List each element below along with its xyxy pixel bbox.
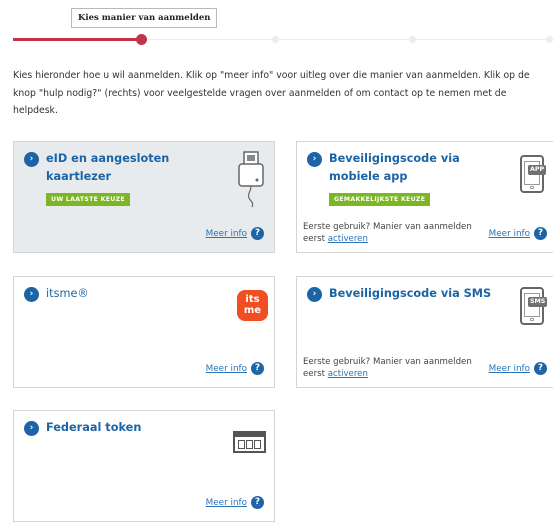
step-dot-current xyxy=(136,34,147,45)
meer-info-link[interactable]: Meer info ? xyxy=(206,496,264,509)
chevron-right-icon: › xyxy=(307,287,322,302)
itsme-logo: its me xyxy=(237,290,268,321)
activate-link[interactable]: activeren xyxy=(328,234,368,244)
method-card-federal-token[interactable]: › Federaal token Meer info ? xyxy=(13,410,275,522)
meer-info-link[interactable]: Meer info ? xyxy=(489,362,547,375)
method-card-sms[interactable]: › Beveiligingscode via SMS SMS Eerste ge… xyxy=(296,276,553,388)
progress-track-remaining xyxy=(141,39,553,40)
method-card-mobile-app[interactable]: › Beveiligingscode via mobiele app GEMAK… xyxy=(296,141,553,253)
method-title[interactable]: Beveiligingscode via mobiele app xyxy=(329,150,514,186)
current-step-label: Kies manier van aanmelden xyxy=(71,8,218,28)
sms-label: SMS xyxy=(528,297,548,307)
step-dot xyxy=(272,36,279,43)
meer-info-label[interactable]: Meer info xyxy=(489,229,530,239)
chevron-right-icon: › xyxy=(24,152,39,167)
progress-stepper: Kies manier van aanmelden xyxy=(0,0,553,50)
method-card-itsme[interactable]: › itsme® its me Meer info ? xyxy=(13,276,275,388)
help-icon[interactable]: ? xyxy=(534,227,547,240)
last-choice-badge: UW LAATSTE KEUZE xyxy=(46,193,130,206)
easiest-choice-badge: GEMAKKELIJKSTE KEUZE xyxy=(329,193,431,206)
step-dot xyxy=(546,36,553,43)
chevron-right-icon: › xyxy=(307,152,322,167)
method-title[interactable]: Beveiligingscode via SMS xyxy=(329,285,491,303)
first-use-note: Eerste gebruik? Manier van aanmelden eer… xyxy=(303,222,493,245)
intro-text: Kies hieronder hoe u wil aanmelden. Klik… xyxy=(13,70,530,116)
meer-info-label[interactable]: Meer info xyxy=(206,498,247,508)
chevron-right-icon: › xyxy=(24,421,39,436)
meer-info-link[interactable]: Meer info ? xyxy=(489,227,547,240)
step-dot xyxy=(409,36,416,43)
meer-info-link[interactable]: Meer info ? xyxy=(206,227,264,240)
sms-icon: SMS xyxy=(520,287,548,325)
token-card-icon xyxy=(233,431,266,453)
mobile-app-icon: APP xyxy=(520,155,547,193)
chevron-right-icon: › xyxy=(24,287,39,302)
meer-info-link[interactable]: Meer info ? xyxy=(206,362,264,375)
help-icon[interactable]: ? xyxy=(251,496,264,509)
method-title[interactable]: Federaal token xyxy=(46,419,141,437)
help-icon[interactable]: ? xyxy=(534,362,547,375)
method-card-eid[interactable]: › eID en aangesloten kaartlezer UW LAATS… xyxy=(13,141,275,253)
first-use-note: Eerste gebruik? Manier van aanmelden eer… xyxy=(303,357,493,380)
help-icon[interactable]: ? xyxy=(251,362,264,375)
meer-info-label[interactable]: Meer info xyxy=(206,364,247,374)
app-label: APP xyxy=(528,165,547,175)
meer-info-label[interactable]: Meer info xyxy=(489,364,530,374)
meer-info-label[interactable]: Meer info xyxy=(206,229,247,239)
help-icon[interactable]: ? xyxy=(251,227,264,240)
activate-link[interactable]: activeren xyxy=(328,369,368,379)
method-title[interactable]: eID en aangesloten kaartlezer xyxy=(46,150,206,186)
card-reader-icon xyxy=(236,150,266,210)
method-title[interactable]: itsme® xyxy=(46,285,89,303)
progress-track-completed xyxy=(13,38,141,41)
